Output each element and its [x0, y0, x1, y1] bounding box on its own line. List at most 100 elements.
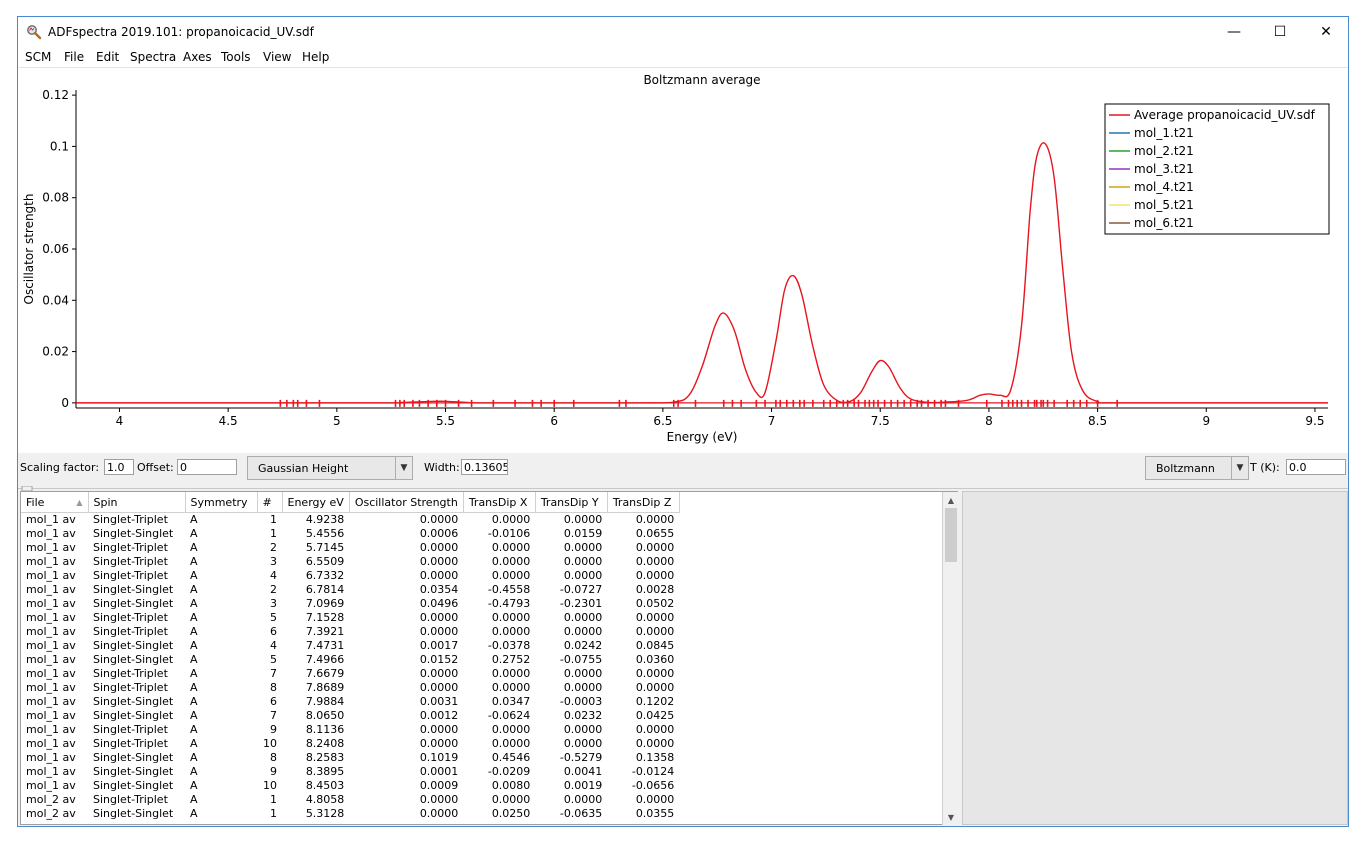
spectrum-plot[interactable]: Boltzmann average 4 4.5 5 5.5 6 6.5 7 7.5 8 8.5 9 9.… — [18, 68, 1349, 453]
menu-view[interactable]: View — [263, 50, 291, 64]
table-row[interactable]: mol_1 av Singlet-Triplet A 6 7.3921 0.0000 0.0… — [21, 625, 679, 639]
col-header-transdip-z[interactable]: TransDip Z — [607, 492, 680, 513]
table-cell: 0.0000 — [491, 555, 531, 568]
close-button[interactable]: ✕ — [1303, 17, 1348, 47]
table-cell: 0.0000 — [419, 667, 459, 680]
excitations-grid: File ▲ Spin Symmetry # Energy eV Oscillat… — [21, 492, 680, 821]
title-bar[interactable]: ADFspectra 2019.101: propanoicacid_UV.sd… — [18, 17, 1348, 47]
col-header-symmetry[interactable]: Symmetry — [185, 492, 258, 513]
table-cell: A — [190, 765, 198, 778]
y-tick-label: 0.1 — [50, 139, 69, 153]
table-row[interactable]: mol_1 av Singlet-Triplet A 9 8.1136 0.0000 0.0… — [21, 723, 679, 737]
table-cell: mol_1 av — [26, 681, 76, 694]
temperature-input[interactable]: 0.0 — [1286, 459, 1346, 475]
table-row[interactable]: mol_1 av Singlet-Triplet A 4 6.7332 0.0000 0.0… — [21, 569, 679, 583]
table-row[interactable]: mol_1 av Singlet-Triplet A 1 4.9238 0.0000 0.0… — [21, 513, 679, 528]
table-cell: 0.0041 — [563, 765, 603, 778]
menu-file[interactable]: File — [64, 50, 84, 64]
col-header-transdip-x[interactable]: TransDip X — [463, 492, 536, 513]
weighting-select[interactable]: Boltzmann ▼ — [1145, 456, 1249, 480]
menu-tools[interactable]: Tools — [221, 50, 251, 64]
col-header-transdip-y[interactable]: TransDip Y — [535, 492, 608, 513]
table-row[interactable]: mol_1 av Singlet-Triplet A 10 8.2408 0.0000 0.… — [21, 737, 679, 751]
menu-help[interactable]: Help — [302, 50, 329, 64]
legend-entry: mol_1.t21 — [1134, 126, 1194, 140]
sort-ascending-icon: ▲ — [76, 497, 83, 507]
table-cell: -0.0656 — [631, 779, 675, 792]
table-row[interactable]: mol_1 av Singlet-Singlet A 9 8.3895 0.0001 -0.… — [21, 765, 679, 779]
temperature-label: T (K): — [1250, 461, 1280, 474]
table-cell: 0.0000 — [635, 513, 675, 526]
table-row[interactable]: mol_1 av Singlet-Triplet A 8 7.8689 0.0000 0.0… — [21, 681, 679, 695]
chevron-down-icon: ▼ — [1231, 457, 1248, 479]
col-header-file[interactable]: File ▲ — [21, 492, 89, 513]
table-cell: 4.9238 — [305, 513, 345, 526]
table-cell: 3 — [270, 597, 277, 610]
table-row[interactable]: mol_1 av Singlet-Singlet A 3 7.0969 0.0496 -0.… — [21, 597, 679, 611]
table-row[interactable]: mol_1 av Singlet-Singlet A 4 7.4731 0.0017 -0.… — [21, 639, 679, 653]
col-header-number[interactable]: # — [257, 492, 283, 513]
table-cell: mol_1 av — [26, 611, 76, 624]
table-row[interactable]: mol_1 av Singlet-Singlet A 7 8.0650 0.0012 -0.… — [21, 709, 679, 723]
minimize-button[interactable]: — — [1211, 17, 1257, 47]
table-row[interactable]: mol_2 av Singlet-Triplet A 1 4.8058 0.0000 0.0… — [21, 793, 679, 807]
table-cell: 0.0000 — [491, 513, 531, 526]
table-row[interactable]: mol_1 av Singlet-Singlet A 10 8.4503 0.0009 0.… — [21, 779, 679, 793]
table-row[interactable]: mol_1 av Singlet-Triplet A 5 7.1528 0.0000 0.0… — [21, 611, 679, 625]
details-panel — [962, 491, 1348, 825]
table-cell: 0.0017 — [419, 639, 459, 652]
x-tick-label: 4 — [116, 414, 124, 428]
col-header-spin[interactable]: Spin — [88, 492, 186, 513]
table-cell: 0.0000 — [563, 681, 603, 694]
table-cell: A — [190, 723, 198, 736]
table-row[interactable]: mol_1 av Singlet-Singlet A 1 5.4556 0.0006 -0.… — [21, 527, 679, 541]
spectrum-chart[interactable]: Boltzmann average 4 4.5 5 5.5 6 6.5 7 7.5 8 8.5 9 9.… — [18, 68, 1349, 453]
table-cell: 0.0012 — [419, 709, 459, 722]
table-row[interactable]: mol_1 av Singlet-Triplet A 7 7.6679 0.0000 0.0… — [21, 667, 679, 681]
maximize-button[interactable]: ☐ — [1257, 17, 1303, 47]
table-cell: 4 — [270, 639, 277, 652]
table-cell: mol_1 av — [26, 709, 76, 722]
menu-spectra[interactable]: Spectra — [130, 50, 176, 64]
table-cell: mol_1 av — [26, 751, 76, 764]
table-cell: Singlet-Singlet — [93, 779, 174, 792]
scroll-down-icon[interactable]: ▼ — [943, 809, 959, 825]
panel-splitter[interactable] — [18, 483, 1348, 492]
table-cell: 7.4731 — [305, 639, 345, 652]
table-cell: 0.0000 — [563, 793, 603, 806]
offset-input[interactable]: 0 — [177, 459, 237, 475]
table-row[interactable]: mol_1 av Singlet-Singlet A 2 6.7814 0.0354 -0.… — [21, 583, 679, 597]
menu-scm[interactable]: SCM — [25, 50, 51, 64]
table-cell: 5.7145 — [305, 541, 345, 554]
table-cell: Singlet-Singlet — [93, 807, 174, 820]
table-cell: 9 — [270, 723, 277, 736]
table-cell: 0.0000 — [491, 681, 531, 694]
excitations-table[interactable]: File ▲ Spin Symmetry # Energy eV Oscillat… — [20, 491, 958, 825]
width-input[interactable]: 0.13605 — [461, 459, 508, 475]
table-cell: mol_1 av — [26, 583, 76, 596]
table-cell: Singlet-Singlet — [93, 597, 174, 610]
table-row[interactable]: mol_1 av Singlet-Singlet A 6 7.9884 0.0031 0.0… — [21, 695, 679, 709]
scaling-factor-input[interactable]: 1.0 — [104, 459, 134, 475]
menu-axes[interactable]: Axes — [183, 50, 212, 64]
x-tick-label: 9.5 — [1305, 414, 1324, 428]
table-row[interactable]: mol_1 av Singlet-Triplet A 2 5.7145 0.0000 0.0… — [21, 541, 679, 555]
table-cell: 5 — [270, 611, 277, 624]
table-cell: 0.0000 — [563, 723, 603, 736]
scroll-up-icon[interactable]: ▲ — [943, 492, 959, 508]
broadening-select[interactable]: Gaussian Height ▼ — [247, 456, 413, 480]
scaling-factor-label: Scaling factor: — [20, 461, 100, 474]
scroll-thumb[interactable] — [945, 508, 957, 562]
table-cell: A — [190, 527, 198, 540]
col-header-energy[interactable]: Energy eV — [282, 492, 350, 513]
table-cell: 0.0000 — [419, 625, 459, 638]
table-row[interactable]: mol_2 av Singlet-Singlet A 1 5.3128 0.0000 0.0… — [21, 807, 679, 821]
menu-edit[interactable]: Edit — [96, 50, 119, 64]
table-cell: Singlet-Triplet — [93, 667, 168, 680]
col-header-oscillator-strength[interactable]: Oscillator Strength — [349, 492, 464, 513]
table-cell: 7.0969 — [305, 597, 345, 610]
table-row[interactable]: mol_1 av Singlet-Singlet A 8 8.2583 0.1019 0.4… — [21, 751, 679, 765]
table-row[interactable]: mol_1 av Singlet-Singlet A 5 7.4966 0.0152 0.2… — [21, 653, 679, 667]
table-row[interactable]: mol_1 av Singlet-Triplet A 3 6.5509 0.0000 0.0… — [21, 555, 679, 569]
table-vertical-scrollbar[interactable]: ▲ ▼ — [942, 492, 959, 825]
